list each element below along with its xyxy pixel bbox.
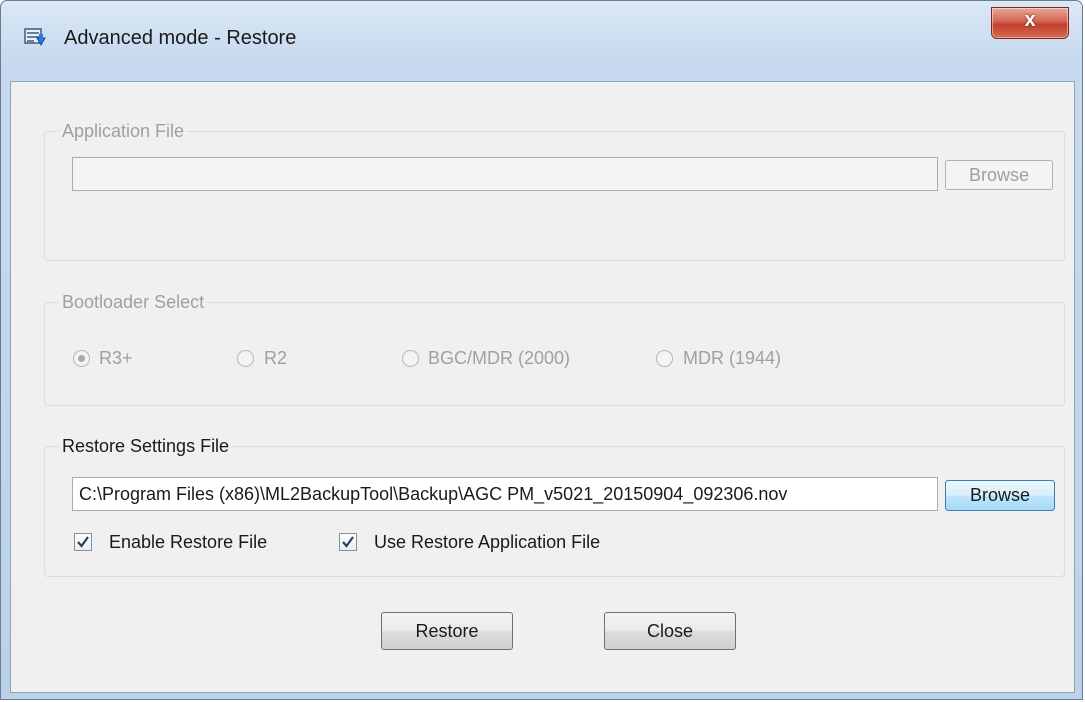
application-file-path-input[interactable] bbox=[72, 157, 938, 191]
bootloader-radio-r2[interactable] bbox=[237, 350, 254, 367]
bootloader-select-legend: Bootloader Select bbox=[62, 292, 205, 312]
bootloader-label-mdr-1944: MDR (1944) bbox=[683, 348, 782, 368]
bootloader-radio-r3plus[interactable] bbox=[73, 350, 90, 367]
enable-restore-file-checkbox[interactable] bbox=[74, 533, 92, 551]
application-file-browse-button[interactable]: Browse bbox=[945, 160, 1053, 190]
window-title: Advanced mode - Restore bbox=[64, 27, 297, 49]
bootloader-radio-bgc-mdr-2000[interactable] bbox=[402, 350, 419, 367]
dialog-client-area: Application File Browse Bootloader Selec… bbox=[10, 81, 1075, 693]
restore-settings-file-legend: Restore Settings File bbox=[62, 436, 230, 456]
application-file-legend: Application File bbox=[62, 121, 185, 141]
window-close-button[interactable]: x bbox=[991, 7, 1069, 39]
checkmark-icon bbox=[77, 536, 89, 548]
title-bar[interactable]: Advanced mode - Restore x bbox=[1, 1, 1082, 81]
use-restore-application-file-label[interactable]: Use Restore Application File bbox=[374, 532, 600, 553]
close-button[interactable]: Close bbox=[604, 612, 736, 650]
bootloader-radio-mdr-1944[interactable] bbox=[656, 350, 673, 367]
bootloader-label-r2: R2 bbox=[264, 348, 288, 368]
application-file-group: Application File bbox=[44, 121, 1065, 261]
restore-settings-path-input[interactable]: C:\Program Files (x86)\ML2BackupTool\Bac… bbox=[72, 477, 938, 511]
enable-restore-file-label[interactable]: Enable Restore File bbox=[109, 532, 267, 553]
checkmark-icon bbox=[342, 536, 354, 548]
restore-button[interactable]: Restore bbox=[381, 612, 513, 650]
bootloader-label-r3plus: R3+ bbox=[99, 348, 133, 368]
restore-app-icon bbox=[24, 28, 46, 50]
restore-dialog-window: Advanced mode - Restore x Application Fi… bbox=[0, 0, 1083, 700]
bootloader-label-bgc-mdr-2000: BGC/MDR (2000) bbox=[428, 348, 571, 368]
use-restore-application-file-checkbox[interactable] bbox=[339, 533, 357, 551]
restore-settings-browse-button[interactable]: Browse bbox=[945, 480, 1055, 511]
close-icon: x bbox=[1024, 9, 1036, 31]
